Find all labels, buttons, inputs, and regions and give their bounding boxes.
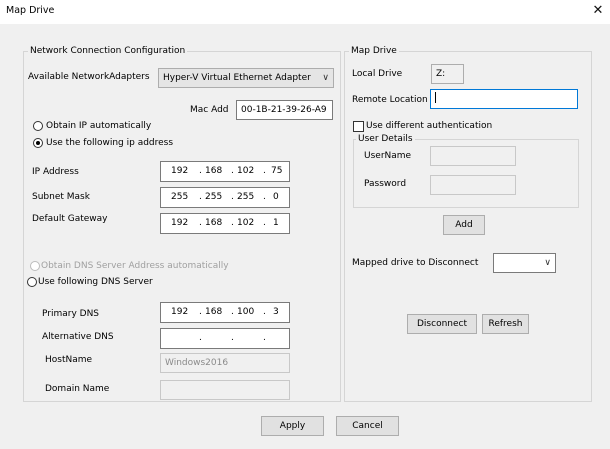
ip-octet: 102 [237, 166, 255, 176]
map-drive-legend: Map Drive [351, 46, 397, 56]
password-field[interactable] [430, 175, 516, 195]
username-field[interactable] [430, 146, 516, 166]
ip-octet: 255 [171, 192, 189, 202]
remote-location-input[interactable] [430, 89, 578, 109]
obtain-dns-auto-label: Obtain DNS Server Address automatically [41, 261, 229, 271]
adapter-select-value: Hyper-V Virtual Ethernet Adapter [163, 73, 311, 83]
ip-octet: 102 [237, 218, 255, 228]
default-gateway-field[interactable]: 192 . 168 . 102 . 1 [160, 213, 290, 234]
chevron-down-icon: ∨ [544, 258, 551, 268]
ip-octet: 100 [237, 307, 255, 317]
ip-octet: 0 [273, 192, 279, 202]
subnet-mask-field[interactable]: 255 . 255 . 255 . 0 [160, 187, 290, 208]
ip-octet: 168 [205, 166, 223, 176]
user-details-legend: User Details [358, 134, 413, 144]
ip-octet: 168 [205, 307, 223, 317]
primary-dns-label: Primary DNS [42, 309, 100, 319]
chevron-down-icon: ∨ [322, 73, 329, 83]
ip-octet: 168 [205, 218, 223, 228]
alternative-dns-label: Alternative DNS [42, 332, 114, 342]
use-following-dns-radio[interactable] [27, 277, 37, 287]
ip-octet: 255 [205, 192, 223, 202]
obtain-ip-auto-radio[interactable] [33, 121, 43, 131]
cancel-button[interactable]: Cancel [336, 416, 399, 436]
username-label: UserName [364, 151, 412, 161]
use-different-auth-checkbox[interactable] [353, 121, 364, 132]
ip-octet: 192 [171, 218, 189, 228]
mapped-drive-select[interactable]: ∨ [493, 253, 556, 273]
ip-octet: 75 [271, 166, 283, 176]
ip-address-label: IP Address [32, 167, 79, 177]
remote-location-label: Remote Location [352, 95, 428, 105]
add-button[interactable]: Add [443, 215, 485, 235]
network-config-legend: Network Connection Configuration [30, 46, 186, 56]
subnet-mask-label: Subnet Mask [32, 192, 90, 202]
local-drive-field[interactable]: Z: [431, 64, 464, 84]
refresh-button[interactable]: Refresh [482, 314, 529, 334]
hostname-label: HostName [45, 355, 93, 365]
default-gateway-label: Default Gateway [32, 214, 108, 224]
available-adapters-label: Available NetworkAdapters [28, 72, 150, 82]
mac-field[interactable]: 00-1B-21-39-26-A9 [236, 100, 333, 120]
ip-octet: 192 [171, 166, 189, 176]
text-caret [435, 92, 436, 103]
use-following-dns-label: Use following DNS Server [38, 277, 153, 287]
ip-octet: 1 [273, 218, 279, 228]
use-following-ip-label: Use the following ip address [46, 138, 174, 148]
window-title: Map Drive [6, 5, 55, 16]
mapped-drive-disconnect-label: Mapped drive to Disconnect [352, 258, 479, 268]
ip-address-field[interactable]: 192 . 168 . 102 . 75 [160, 161, 290, 182]
ip-octet: 192 [171, 307, 189, 317]
hostname-field[interactable]: Windows2016 [160, 353, 290, 373]
use-following-ip-radio[interactable] [33, 138, 43, 148]
use-different-auth-label: Use different authentication [366, 121, 493, 131]
adapter-select[interactable]: Hyper-V Virtual Ethernet Adapter ∨ [158, 68, 334, 88]
disconnect-button[interactable]: Disconnect [407, 314, 477, 334]
apply-button[interactable]: Apply [261, 416, 324, 436]
alternative-dns-field[interactable]: . . . [160, 328, 290, 349]
password-label: Password [364, 179, 407, 189]
ip-octet: 255 [237, 192, 255, 202]
ip-octet: 3 [273, 307, 279, 317]
domain-name-label: Domain Name [45, 384, 110, 394]
primary-dns-field[interactable]: 192 . 168 . 100 . 3 [160, 302, 290, 323]
obtain-dns-auto-radio[interactable] [30, 261, 40, 271]
mac-label: Mac Add [190, 105, 229, 115]
title-bar [0, 0, 610, 24]
local-drive-label: Local Drive [352, 69, 403, 79]
obtain-ip-auto-label: Obtain IP automatically [46, 121, 152, 131]
close-icon[interactable]: ✕ [589, 2, 607, 20]
domain-name-field[interactable] [160, 380, 290, 400]
